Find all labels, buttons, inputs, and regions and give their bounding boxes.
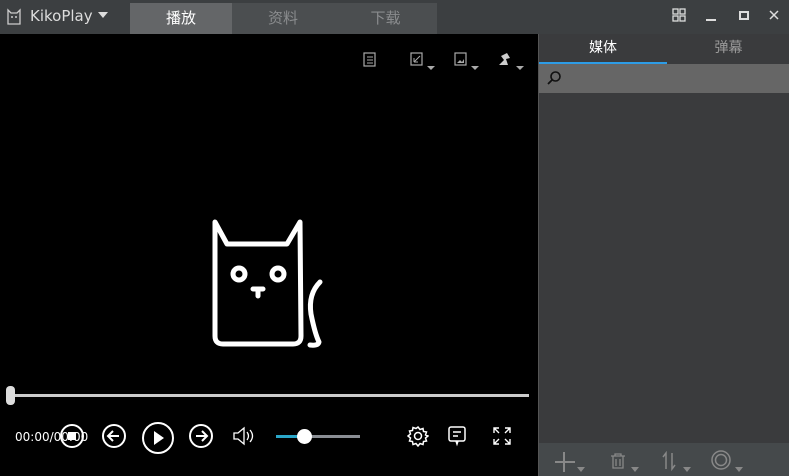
add-icon[interactable] [555, 451, 589, 473]
close-icon[interactable] [768, 8, 780, 22]
fullscreen-icon[interactable] [492, 426, 512, 446]
progress-track[interactable] [10, 394, 529, 397]
settings-icon[interactable] [407, 425, 429, 447]
search-input[interactable] [539, 64, 789, 93]
tab-danmaku[interactable]: 弹幕 [667, 34, 789, 64]
danmaku-icon[interactable] [447, 425, 469, 447]
volume-icon[interactable] [232, 425, 256, 447]
media-toolbar [539, 443, 789, 476]
app-menu-dropdown-icon[interactable] [98, 12, 108, 18]
side-panel: 媒体 弹幕 [538, 34, 789, 476]
app-name[interactable]: KikoPlay [30, 7, 93, 25]
playlist-icon[interactable] [363, 52, 377, 68]
tab-media[interactable]: 媒体 [539, 34, 667, 64]
next-button[interactable] [188, 423, 214, 449]
window-resize-icon[interactable] [410, 52, 438, 70]
cat-logo-icon [212, 219, 323, 348]
screenshot-icon[interactable] [454, 52, 482, 70]
tab-play[interactable]: 播放 [130, 3, 232, 34]
sort-icon[interactable] [661, 451, 695, 473]
play-button[interactable] [141, 421, 175, 455]
grid-icon[interactable] [672, 8, 686, 22]
maximize-icon[interactable] [738, 8, 750, 22]
stop-button[interactable] [59, 423, 85, 449]
video-player[interactable]: 00:00/00:00 [0, 34, 538, 476]
kikoplay-logo-icon [7, 8, 21, 25]
tab-library[interactable]: 资料 [232, 3, 334, 34]
minimize-icon[interactable] [705, 8, 717, 22]
search-icon [547, 71, 561, 85]
previous-button[interactable] [101, 423, 127, 449]
tab-download[interactable]: 下载 [334, 3, 437, 34]
delete-icon[interactable] [609, 451, 643, 473]
filter-icon[interactable] [711, 450, 745, 474]
volume-handle[interactable] [297, 429, 312, 444]
progress-handle[interactable] [6, 386, 15, 405]
title-bar: KikoPlay 播放 资料 下载 [0, 0, 789, 34]
pin-icon[interactable] [497, 52, 527, 70]
